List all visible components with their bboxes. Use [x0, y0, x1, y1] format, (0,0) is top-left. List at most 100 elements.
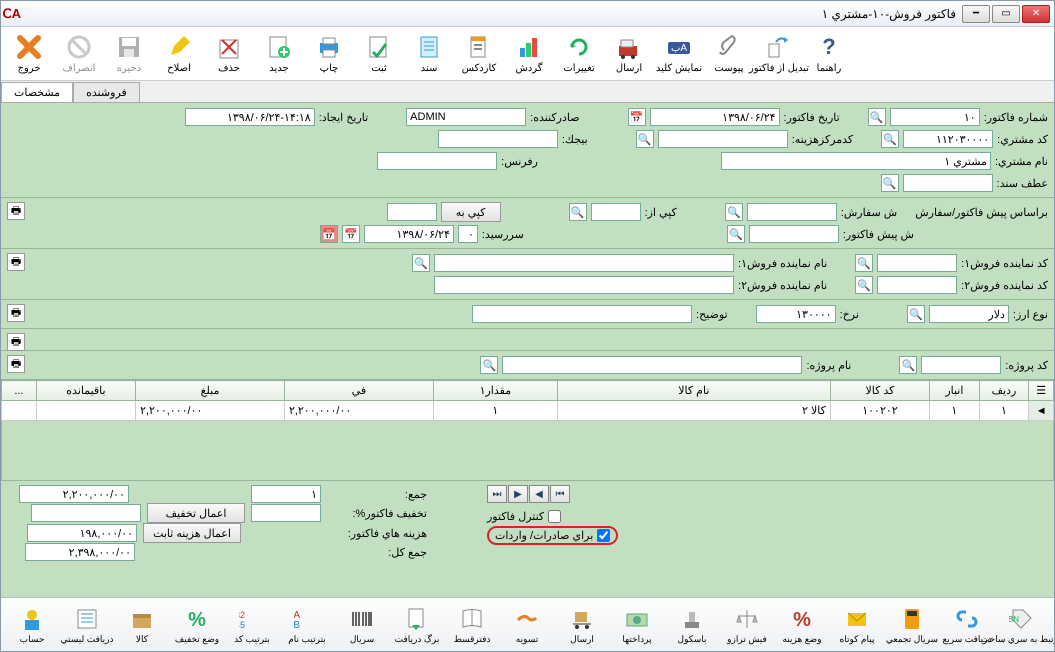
bottom-payments[interactable]: پرداختها — [610, 603, 664, 647]
check-field[interactable] — [438, 130, 558, 148]
nav-last[interactable]: ⏭ — [487, 485, 507, 503]
bottom-cost-status[interactable]: %وضع هزينه — [775, 603, 829, 647]
cost-center-lookup[interactable]: 🔍 — [636, 130, 654, 148]
bottom-related[interactable]: BNمرتبط به سري ساخت — [995, 603, 1049, 647]
invoice-date-picker[interactable]: 📅 — [628, 108, 646, 126]
bottom-account[interactable]: حساب — [5, 603, 59, 647]
window-minimize-button[interactable]: ━ — [962, 5, 990, 23]
toolbar-save[interactable]: ذخيره — [105, 29, 153, 78]
preinvoice-lookup[interactable]: 🔍 — [727, 225, 745, 243]
tab-seller[interactable]: فروشنده — [73, 82, 140, 102]
section-print-icon[interactable]: 🖶 — [7, 202, 25, 220]
rate-field[interactable] — [756, 305, 836, 323]
nav-prev[interactable]: ◀ — [529, 485, 549, 503]
customer-code-field[interactable] — [903, 130, 993, 148]
toolbar-register[interactable]: ثبت — [355, 29, 403, 78]
cell-name[interactable]: کالا ۲ — [557, 401, 830, 421]
bottom-disc-status[interactable]: %وضع تخفيف — [170, 603, 224, 647]
apply-cost-button[interactable]: اعمال هزينه ثابت — [143, 523, 241, 543]
rep2-code-lookup[interactable]: 🔍 — [855, 276, 873, 294]
docref-field[interactable] — [903, 174, 993, 192]
bottom-install[interactable]: دفترقسط — [445, 603, 499, 647]
copy-to-button[interactable]: کپي به — [441, 202, 501, 222]
invoice-date-field[interactable] — [650, 108, 780, 126]
col-name[interactable]: نام کالا — [557, 381, 830, 401]
col-price[interactable]: في — [284, 381, 433, 401]
apply-discount-button[interactable]: اعمال تخفيف — [147, 503, 245, 523]
cell-code[interactable]: ۱۰۰۲۰۲ — [830, 401, 929, 421]
due-date-field[interactable] — [364, 225, 454, 243]
window-maximize-button[interactable]: ▭ — [992, 5, 1020, 23]
bottom-goods[interactable]: کالا — [115, 603, 169, 647]
toolbar-turnover[interactable]: گردش — [505, 29, 553, 78]
toolbar-send[interactable]: ارسال — [605, 29, 653, 78]
col-row[interactable]: رديف — [979, 381, 1029, 401]
toolbar-attach[interactable]: پيوست — [705, 29, 753, 78]
cell-qty1[interactable]: ۱ — [433, 401, 557, 421]
bottom-by-name[interactable]: ABبترتيب نام — [280, 603, 334, 647]
cell-more[interactable] — [2, 401, 37, 421]
bottom-recv-list[interactable]: دريافت ليستي — [60, 603, 114, 647]
nav-next[interactable]: ▶ — [508, 485, 528, 503]
copy-to-field[interactable] — [387, 203, 437, 221]
toolbar-kardex[interactable]: کاردکس — [455, 29, 503, 78]
cost-center-field[interactable] — [658, 130, 788, 148]
cell-wh[interactable]: ۱ — [930, 401, 980, 421]
bottom-settle[interactable]: تسويه — [500, 603, 554, 647]
toolbar-changes[interactable]: تغييرات — [555, 29, 603, 78]
bottom-send2[interactable]: ارسال — [555, 603, 609, 647]
discount-amt-field[interactable] — [31, 504, 141, 522]
rep1-name-field[interactable] — [434, 254, 734, 272]
invoice-no-lookup[interactable]: 🔍 — [868, 108, 886, 126]
toolbar-convert[interactable]: تبديل از فاکتور — [755, 29, 803, 78]
toolbar-cancel[interactable]: انصراف — [55, 29, 103, 78]
bottom-balance[interactable]: فيش ترازو — [720, 603, 774, 647]
toolbar-showkey[interactable]: Aبنمايش کليد — [655, 29, 703, 78]
copy-from-field[interactable] — [591, 203, 641, 221]
toolbar-edit[interactable]: اصلاح — [155, 29, 203, 78]
ref-field[interactable] — [377, 152, 497, 170]
project-name-lookup[interactable]: 🔍 — [480, 356, 498, 374]
discount-pct-field[interactable] — [251, 504, 321, 522]
cell-remain[interactable] — [36, 401, 135, 421]
bottom-by-code[interactable]: 3245بترتيب کد — [225, 603, 279, 647]
due-days-field[interactable] — [458, 225, 478, 243]
currency-lookup[interactable]: 🔍 — [907, 305, 925, 323]
project-code-field[interactable] — [921, 356, 1001, 374]
copy-from-lookup[interactable]: 🔍 — [569, 203, 587, 221]
toolbar-doc[interactable]: سند — [405, 29, 453, 78]
bottom-fast-recv[interactable]: دريافت سريع — [940, 603, 994, 647]
cell-row[interactable]: ۱ — [979, 401, 1029, 421]
project-code-lookup[interactable]: 🔍 — [899, 356, 917, 374]
ctrl-invoice-check[interactable]: کنترل فاکتور — [487, 510, 561, 523]
col-more[interactable]: ... — [2, 381, 37, 401]
col-remain[interactable]: باقيمانده — [36, 381, 135, 401]
preinvoice-field[interactable] — [749, 225, 839, 243]
col-amount[interactable]: مبلغ — [136, 381, 285, 401]
toolbar-print[interactable]: چاپ — [305, 29, 353, 78]
grid-empty-area[interactable] — [2, 421, 1054, 481]
cell-amount[interactable]: ۲,۲۰۰,۰۰۰/۰۰ — [136, 401, 285, 421]
currency-field[interactable] — [929, 305, 1009, 323]
window-close-button[interactable]: ✕ — [1022, 5, 1050, 23]
col-wh[interactable]: انبار — [930, 381, 980, 401]
rep2-code-field[interactable] — [877, 276, 957, 294]
bottom-agg-serial[interactable]: سريال تجمعي — [885, 603, 939, 647]
items-grid[interactable]: ☰ رديف انبار کد کالا نام کالا مقدار۱ في … — [1, 380, 1054, 481]
row-indicator[interactable]: ◄ — [1029, 401, 1054, 421]
docref-lookup[interactable]: 🔍 — [881, 174, 899, 192]
issuer-field[interactable] — [406, 108, 526, 126]
due-date-picker1[interactable]: 📅 — [342, 225, 360, 243]
section-print-icon-5[interactable]: 🖶 — [7, 355, 25, 373]
order-no-lookup[interactable]: 🔍 — [725, 203, 743, 221]
bottom-recv-sheet[interactable]: برگ دريافت — [390, 603, 444, 647]
export-import-check[interactable]: براي صادرات/ واردات — [487, 526, 618, 545]
due-date-picker2[interactable]: 📅 — [320, 225, 338, 243]
table-row[interactable]: ◄ ۱ ۱ ۱۰۰۲۰۲ کالا ۲ ۱ ۲,۲۰۰,۰۰۰/۰۰ ۲,۲۰۰… — [2, 401, 1054, 421]
customer-name-field[interactable] — [721, 152, 991, 170]
bottom-sms[interactable]: پيام کوتاه — [830, 603, 884, 647]
invoice-no-field[interactable] — [890, 108, 980, 126]
toolbar-exit[interactable]: خروج — [5, 29, 53, 78]
desc-field[interactable] — [472, 305, 692, 323]
section-print-icon-4[interactable]: 🖶 — [7, 333, 25, 351]
